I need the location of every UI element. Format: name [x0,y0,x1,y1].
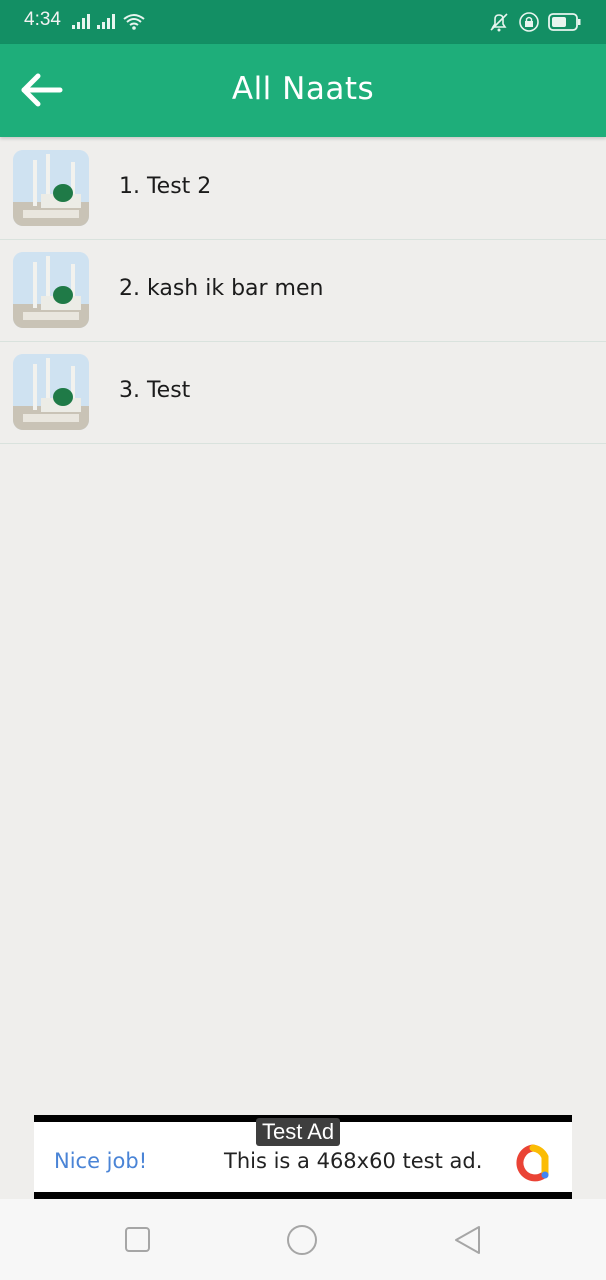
wifi-icon [123,14,145,30]
list-item-title: 2. kash ik bar men [119,276,324,301]
back-triangle-icon[interactable] [451,1223,485,1257]
status-icons [488,11,582,33]
battery-icon [548,13,581,31]
system-nav-bar [0,1199,606,1280]
ads-logo-icon [516,1144,549,1182]
bell-off-icon [490,13,508,32]
signal-icon [72,14,145,30]
ad-label: Test Ad [256,1118,341,1146]
mosque-thumbnail [13,354,89,430]
status-bar: 4:34 [0,0,606,44]
list-item-title: 1. Test 2 [119,174,212,199]
status-time: 4:34 [24,9,61,30]
page-title: All Naats [231,71,375,107]
ad-headline[interactable]: Nice job! [54,1149,147,1173]
home-circle-icon[interactable] [285,1223,319,1257]
mosque-thumbnail [13,150,89,226]
lock-icon [519,12,539,32]
list-item-title: 3. Test [119,378,191,403]
recents-square-icon[interactable] [121,1223,155,1257]
ad-banner[interactable]: Test Ad Nice job! This is a 468x60 test … [34,1115,572,1199]
naat-list: 1. Test 2 2. kash ik bar men 3. Test [0,138,606,444]
list-item[interactable]: 3. Test [0,342,606,444]
app-bar: All Naats [0,44,606,137]
list-item[interactable]: 2. kash ik bar men [0,240,606,342]
ad-body[interactable]: This is a 468x60 test ad. [224,1149,482,1173]
list-item[interactable]: 1. Test 2 [0,138,606,240]
mosque-thumbnail [13,252,89,328]
